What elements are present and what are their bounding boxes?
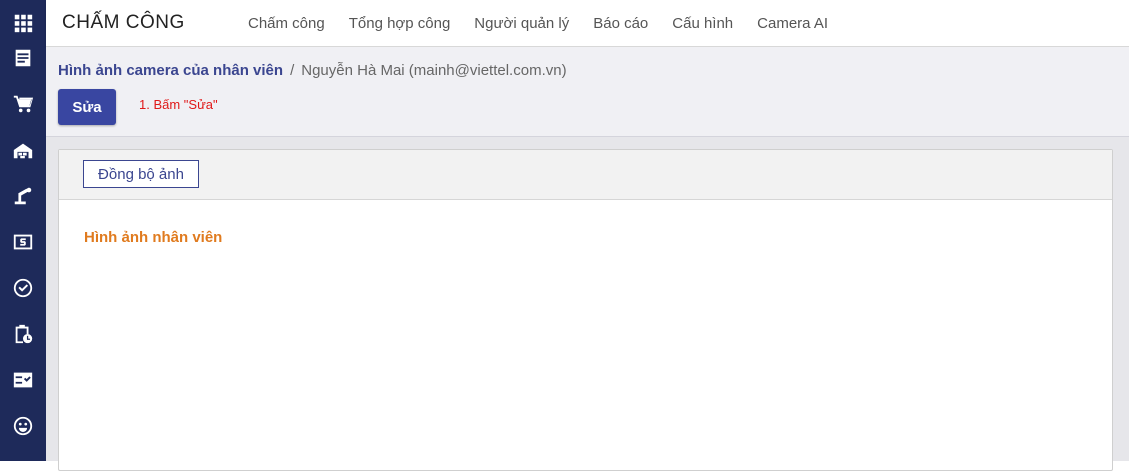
menu-item-cham-cong[interactable]: Chấm công <box>248 15 325 32</box>
form-sheet: Đồng bộ ảnh Hình ảnh nhân viên <box>58 149 1113 471</box>
menu-item-cau-hinh[interactable]: Cấu hình <box>672 15 733 32</box>
breadcrumb-parent-link[interactable]: Hình ảnh camera của nhân viên <box>58 62 283 79</box>
left-rail <box>0 0 46 461</box>
menu-item-bao-cao[interactable]: Báo cáo <box>593 15 648 32</box>
edit-button[interactable]: Sửa <box>58 89 116 125</box>
sync-photos-button[interactable]: Đồng bộ ảnh <box>83 160 199 188</box>
cart-icon[interactable] <box>11 92 35 116</box>
sheet-header: Đồng bộ ảnh <box>59 150 1112 200</box>
menu-item-nguoi-quan-ly[interactable]: Người quản lý <box>474 15 569 32</box>
breadcrumb-current: Nguyễn Hà Mai (mainh@viettel.com.vn) <box>301 62 567 79</box>
top-navbar: CHẤM CÔNG Chấm công Tổng hợp công Người … <box>46 0 1129 47</box>
section-title-employee-photos: Hình ảnh nhân viên <box>84 229 223 246</box>
breadcrumb: Hình ảnh camera của nhân viên / Nguyễn Hà … <box>58 62 567 79</box>
checklist-icon[interactable] <box>11 368 35 392</box>
apps-grid-icon[interactable] <box>11 11 35 35</box>
inventory-icon[interactable] <box>11 138 35 162</box>
breadcrumb-separator: / <box>290 62 295 79</box>
control-panel: Hình ảnh camera của nhân viên / Nguyễn Hà … <box>46 47 1129 137</box>
manufacturing-icon[interactable] <box>11 184 35 208</box>
clipboard-clock-icon[interactable] <box>11 322 35 346</box>
check-circle-icon[interactable] <box>11 276 35 300</box>
payroll-icon[interactable] <box>11 230 35 254</box>
form-icon[interactable] <box>11 46 35 70</box>
menu-item-camera-ai[interactable]: Camera AI <box>757 15 828 32</box>
app-title[interactable]: CHẤM CÔNG <box>62 12 185 34</box>
smiley-icon[interactable] <box>11 414 35 438</box>
menu-item-tong-hop-cong[interactable]: Tổng hợp công <box>349 15 451 32</box>
instruction-annotation: 1. Bấm "Sửa" <box>139 97 218 112</box>
main-menu: Chấm công Tổng hợp công Người quản lý Bá… <box>248 0 852 46</box>
